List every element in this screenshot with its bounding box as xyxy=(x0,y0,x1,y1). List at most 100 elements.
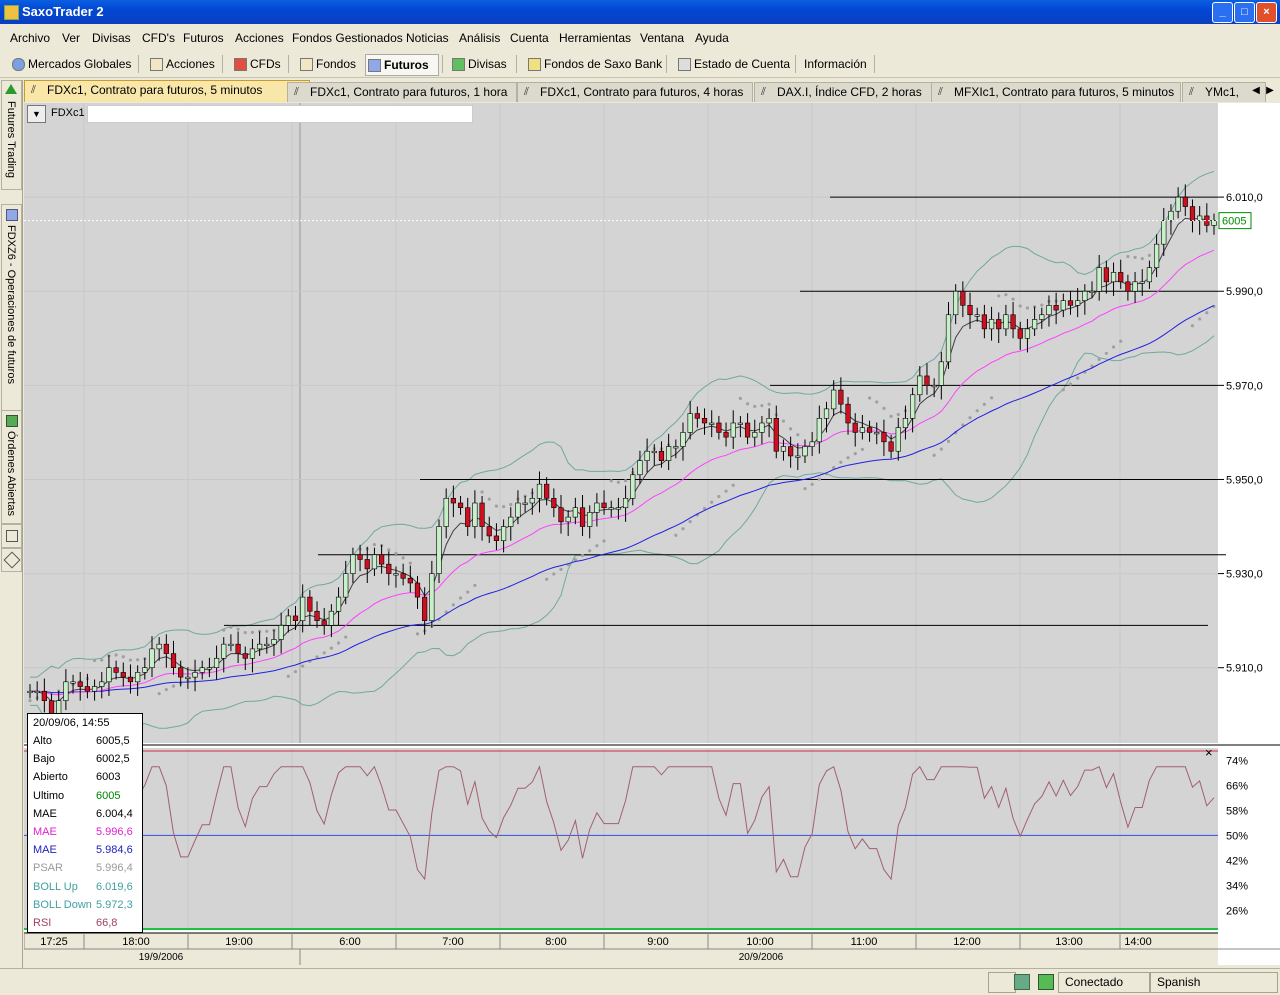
candle-body xyxy=(127,676,134,683)
menu-ver[interactable]: Ver xyxy=(62,31,80,45)
candle-body xyxy=(838,389,844,405)
psar-dot xyxy=(121,655,125,659)
vtab-label: Futures Trading xyxy=(5,101,17,179)
menu-ventana[interactable]: Ventana xyxy=(640,31,684,45)
vtab-futures-trading[interactable]: Futures Trading xyxy=(1,80,22,190)
candle-body xyxy=(572,507,578,518)
candle-body xyxy=(780,446,787,452)
psar-dot xyxy=(573,558,577,562)
psar-dot xyxy=(616,480,621,484)
candle-body xyxy=(465,507,471,527)
tab-fdxc1-1h[interactable]: ⫽ FDXc1, Contrato para futuros, 1 hora xyxy=(287,82,517,102)
tab-dax-2h[interactable]: ⫽ DAX.I, Índice CFD, 2 horas xyxy=(754,82,950,102)
psar-dot xyxy=(896,412,900,417)
chart-tab-icon: ⫽ xyxy=(761,86,766,98)
close-panel-icon[interactable]: × xyxy=(1205,745,1213,760)
candle-body xyxy=(407,577,413,584)
menu-archivo[interactable]: Archivo xyxy=(10,31,50,45)
psar-dot xyxy=(1104,351,1108,355)
candle-body xyxy=(271,639,277,645)
chevron-down-icon[interactable]: ▼ xyxy=(27,105,46,123)
menu-cfds[interactable]: CFD's xyxy=(142,31,175,45)
toolbar-fondos-saxo[interactable]: Fondos de Saxo Bank xyxy=(526,54,672,74)
toolbar-divisas[interactable]: Divisas xyxy=(450,54,526,74)
psar-dot xyxy=(451,603,455,607)
x-tick-label: 12:00 xyxy=(953,936,981,948)
menu-cuenta[interactable]: Cuenta xyxy=(510,31,549,45)
psar-dot xyxy=(1190,324,1195,328)
menu-acciones[interactable]: Acciones xyxy=(235,31,284,45)
close-icon[interactable]: × xyxy=(1256,2,1277,23)
psar-dot xyxy=(1025,306,1030,310)
candle-body xyxy=(185,676,191,679)
chart-tabs: ⫽ FDXc1, Contrato para futuros, 5 minutos… xyxy=(24,80,1280,102)
rsi-panel-bg xyxy=(24,748,1218,929)
tab-scroll-right-icon[interactable]: ▶ xyxy=(1264,83,1276,99)
psar-dot xyxy=(1126,254,1130,259)
lock-icon xyxy=(1038,974,1054,990)
tab-fdxc1-5min[interactable]: ⫽ FDXc1, Contrato para futuros, 5 minutos xyxy=(24,80,310,102)
candle-body xyxy=(529,497,535,504)
info-value: 6.004,4 xyxy=(96,807,133,820)
price-chart[interactable]: 6.010,0 5.990,0 5.970,0 5.950,0 5.930,0 5.910… xyxy=(24,103,1280,965)
toolbar-cfds[interactable]: CFDs xyxy=(232,54,300,74)
toolbar-futuros[interactable]: Futuros xyxy=(365,54,439,76)
candle-body xyxy=(414,582,421,598)
tab-scroll-left-icon[interactable]: ◀ xyxy=(1250,83,1262,99)
candle-body xyxy=(1189,206,1196,221)
symbol-input[interactable] xyxy=(87,105,473,123)
psar-dot xyxy=(1205,311,1209,315)
toolbar-informacion[interactable]: Información xyxy=(786,54,884,74)
psar-dot xyxy=(415,632,420,636)
info-value: 6005 xyxy=(96,789,121,802)
candle-body xyxy=(335,596,342,612)
psar-dot xyxy=(1011,297,1015,301)
vtab-extra-1[interactable] xyxy=(1,524,22,548)
psar-dot xyxy=(875,400,879,404)
psar-dot xyxy=(803,486,807,491)
candle-body xyxy=(199,667,205,673)
psar-dot xyxy=(545,577,549,581)
candle-body xyxy=(522,502,528,505)
candle-body xyxy=(1003,314,1009,330)
psar-dot xyxy=(753,404,757,409)
candle-body xyxy=(1132,281,1138,292)
psar-dot xyxy=(817,477,821,481)
minimize-icon[interactable]: _ xyxy=(1212,2,1233,23)
psar-dot xyxy=(509,502,513,507)
arrow-up-icon xyxy=(5,84,17,94)
toolbar-fondos[interactable]: Fondos xyxy=(298,54,374,74)
symbol-bar: ▼ FDXc1 xyxy=(27,105,477,123)
candle-body xyxy=(1046,305,1052,316)
title-bar: SaxoTrader 2 _ □ × xyxy=(0,0,1280,24)
menu-noticias[interactable]: Noticias xyxy=(406,31,449,45)
info-row: BOLL Down 5.972,3 xyxy=(33,899,137,917)
menu-fondos-gestionados[interactable]: Fondos Gestionados xyxy=(292,31,403,45)
candle-body xyxy=(91,686,98,692)
candle-body xyxy=(278,625,284,640)
toolbar-mercados-globales[interactable]: Mercados Globales xyxy=(10,54,146,74)
tab-fdxc1-4h[interactable]: ⫽ FDXc1, Contrato para futuros, 4 horas xyxy=(517,82,753,102)
tab-mfxic1-5min[interactable]: ⫽ MFXIc1, Contrato para futuros, 5 minuto… xyxy=(931,82,1181,102)
candle-body xyxy=(996,319,1002,330)
candle-body xyxy=(802,446,808,457)
account-icon xyxy=(678,58,691,71)
maximize-icon[interactable]: □ xyxy=(1234,2,1255,23)
candle-body xyxy=(99,681,105,687)
psar-dot xyxy=(293,670,298,674)
vtab-ordenes-abiertas[interactable]: Órdenes Abiertas xyxy=(1,410,22,524)
vtab-extra-2[interactable] xyxy=(1,548,22,572)
data-window: 20/09/06, 14:55 Alto 6005,5 Bajo 6002,5 Abie… xyxy=(27,713,143,933)
menu-ayuda[interactable]: Ayuda xyxy=(695,31,729,45)
info-key: Alto xyxy=(33,735,52,747)
candle-body xyxy=(895,427,901,452)
toolbar-label: Divisas xyxy=(468,57,507,71)
menu-futuros[interactable]: Futuros xyxy=(183,31,224,45)
menu-herramientas[interactable]: Herramientas xyxy=(559,31,631,45)
chart-area[interactable]: 6.010,0 5.990,0 5.970,0 5.950,0 5.930,0 5.910… xyxy=(24,103,1280,965)
menu-divisas[interactable]: Divisas xyxy=(92,31,131,45)
psar-dot xyxy=(760,404,764,408)
menu-analisis[interactable]: Análisis xyxy=(459,31,500,45)
app-icon xyxy=(4,5,19,20)
futures-icon xyxy=(6,209,18,221)
